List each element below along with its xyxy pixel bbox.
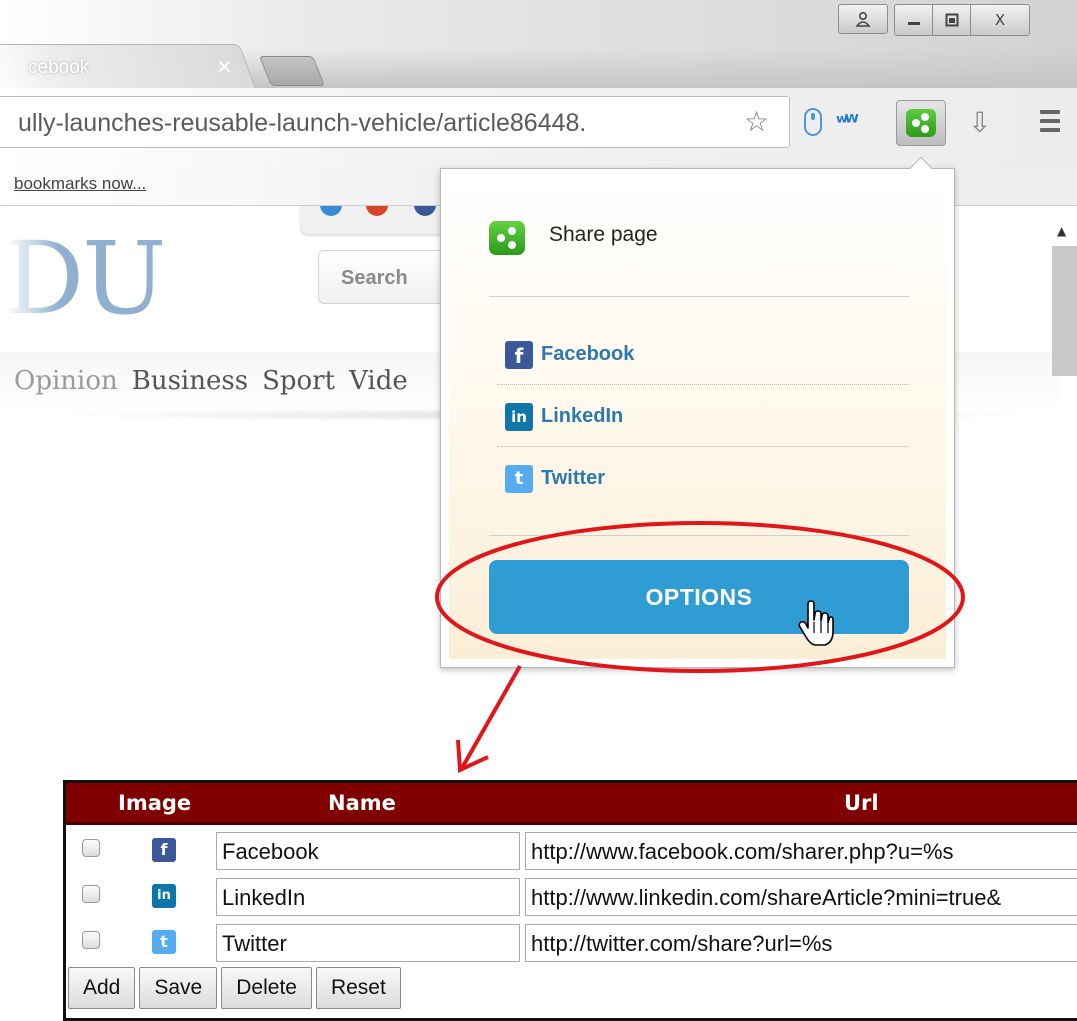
nav-item-video[interactable]: Vide <box>349 366 408 396</box>
tab-close-icon[interactable]: × <box>216 54 233 78</box>
nav-item-business[interactable]: Business <box>132 366 248 396</box>
facebook-icon: f <box>505 341 533 369</box>
twitter-icon: t <box>505 465 533 493</box>
browser-toolbar: ully-launches-reusable-launch-vehicle/ar… <box>0 88 1077 166</box>
popup-title: Share page <box>549 223 658 246</box>
table-row: f Facebook http://www.facebook.com/share… <box>66 829 1077 873</box>
new-tab-button[interactable] <box>258 56 326 86</box>
row-checkbox[interactable] <box>82 839 100 857</box>
twitter-icon: t <box>152 930 176 954</box>
reset-button[interactable]: Reset <box>315 967 401 1009</box>
name-field[interactable]: LinkedIn <box>216 878 520 916</box>
tab-title: cebook <box>28 57 90 78</box>
header-url: Url <box>844 791 879 815</box>
maximize-icon <box>945 13 958 27</box>
share-item-label: Twitter <box>541 467 606 489</box>
table-row: t Twitter http://twitter.com/share?url=%… <box>66 921 1077 965</box>
facebook-icon: f <box>152 838 176 862</box>
save-button[interactable]: Save <box>139 967 218 1009</box>
close-window-button[interactable]: X <box>971 5 1029 35</box>
download-icon[interactable]: ⇩ <box>968 106 991 139</box>
address-bar[interactable]: ully-launches-reusable-launch-vehicle/ar… <box>0 96 790 148</box>
row-checkbox[interactable] <box>82 931 100 949</box>
row-checkbox[interactable] <box>82 885 100 903</box>
search-label: Search <box>341 267 408 289</box>
menu-icon[interactable] <box>1040 110 1060 137</box>
user-icon <box>855 11 871 27</box>
user-profile-button[interactable] <box>838 4 888 34</box>
table-buttons: Add Save Delete Reset <box>68 967 401 1009</box>
scrollbar-thumb[interactable] <box>1052 246 1077 376</box>
share-item-label: Facebook <box>541 343 635 365</box>
url-field[interactable]: http://twitter.com/share?url=%s <box>525 924 1077 962</box>
url-field[interactable]: http://www.linkedin.com/shareArticle?min… <box>525 878 1077 916</box>
nav-item-sport[interactable]: Sport <box>262 366 335 396</box>
share-popup: Share page f Facebook in LinkedIn t Twit… <box>440 168 955 668</box>
name-field[interactable]: Facebook <box>216 832 520 870</box>
url-field[interactable]: http://www.facebook.com/sharer.php?u=%s <box>525 832 1077 870</box>
bookmark-star-icon[interactable]: ☆ <box>744 105 769 138</box>
share-page-extension-button[interactable] <box>896 100 946 146</box>
table-header: Image Name Url <box>66 783 1077 825</box>
share-facebook[interactable]: f Facebook <box>497 323 909 385</box>
linkedin-icon: in <box>505 403 533 431</box>
window-controls: X <box>838 4 1030 36</box>
add-button[interactable]: Add <box>68 967 136 1009</box>
site-search-box[interactable]: Search <box>318 250 458 304</box>
nav-item-opinion[interactable]: Opinion <box>14 366 118 396</box>
mouse-extension-icon[interactable] <box>804 108 822 136</box>
scroll-up-arrow-icon[interactable]: ▲ <box>1057 224 1066 238</box>
minimize-icon <box>907 22 920 25</box>
delete-button[interactable]: Delete <box>221 967 312 1009</box>
options-button[interactable]: OPTIONS <box>489 560 909 634</box>
share-item-label: LinkedIn <box>541 405 624 427</box>
name-field[interactable]: Twitter <box>216 924 520 962</box>
share-twitter[interactable]: t Twitter <box>497 447 909 509</box>
window-button-group: X <box>894 4 1030 36</box>
url-text: ully-launches-reusable-launch-vehicle/ar… <box>18 109 587 137</box>
header-name: Name <box>328 791 396 815</box>
share-page-icon <box>489 221 525 255</box>
header-image: Image <box>118 791 192 815</box>
site-logo[interactable]: DU <box>0 220 166 337</box>
divider <box>489 535 909 536</box>
divider <box>489 296 909 297</box>
import-bookmarks-link[interactable]: bookmarks now... <box>14 174 146 194</box>
hand-cursor-icon <box>798 600 834 646</box>
minimize-button[interactable] <box>895 5 933 35</box>
share-page-icon <box>906 109 936 137</box>
maximize-button[interactable] <box>933 5 971 35</box>
table-row: in LinkedIn http://www.linkedin.com/shar… <box>66 875 1077 919</box>
share-linkedin[interactable]: in LinkedIn <box>497 385 909 447</box>
share-options-table: Image Name Url f Facebook http://www.fac… <box>63 780 1077 1021</box>
social-strip <box>300 202 460 234</box>
wm-extension-icon[interactable]: ʷᵂ <box>836 110 859 134</box>
linkedin-icon: in <box>152 884 176 908</box>
